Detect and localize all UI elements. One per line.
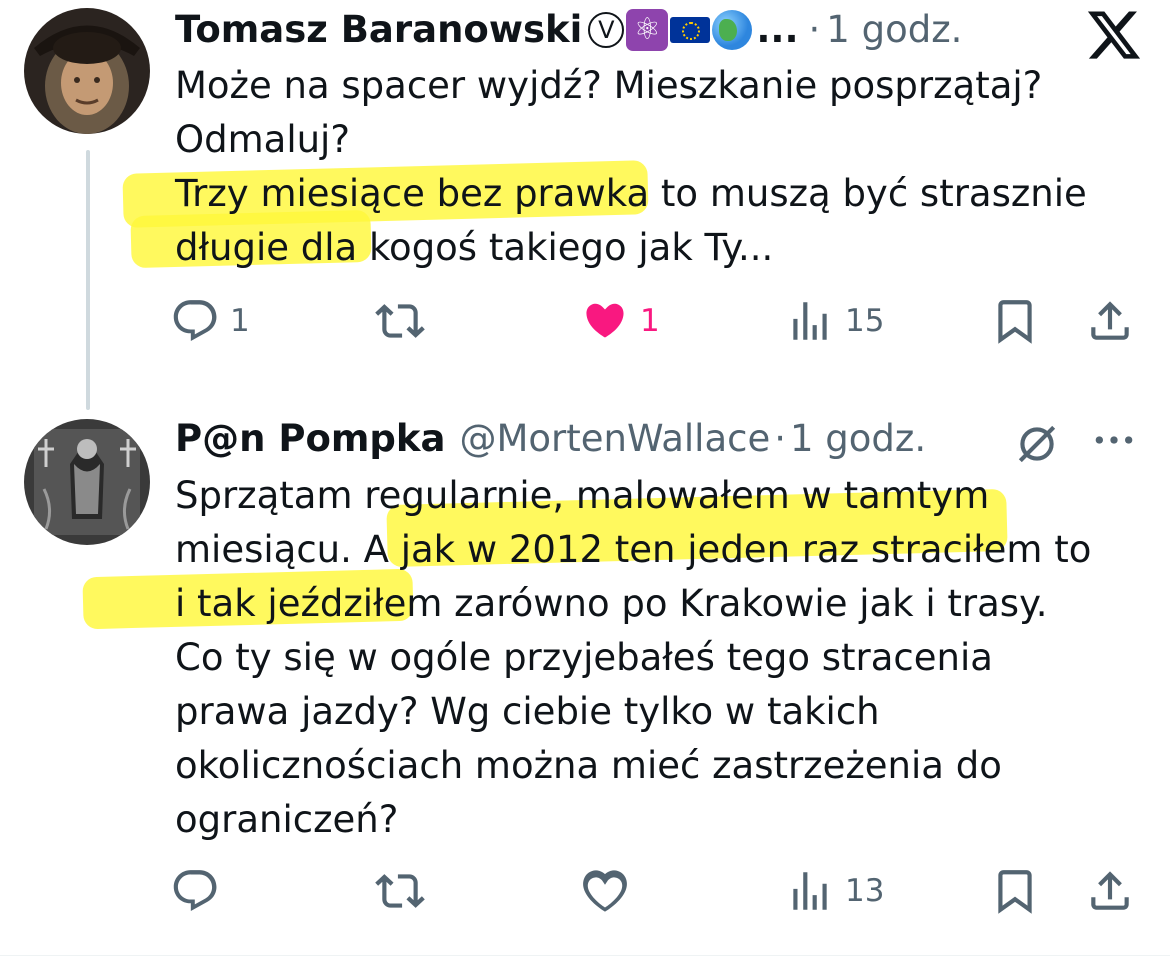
heart-icon — [583, 870, 627, 912]
tweet-header: Tomasz Baranowski V ⚛ ... · 1 godz. — [175, 8, 962, 52]
text-line: ograniczeń? — [175, 798, 399, 841]
repost-button[interactable] — [375, 291, 435, 351]
heart-icon — [586, 303, 624, 338]
text-line: okolicznościach można mieć zastrzeżenia … — [175, 744, 1002, 787]
tweet-header: P@n Pompka @MortenWallace · 1 godz. — [175, 417, 926, 461]
text-line: i tak jeździłem zarówno po Krakowie jak … — [82, 568, 1135, 631]
text-line: miesiącu. A jak w 2012 ten jeden raz str… — [175, 528, 1092, 571]
atom-icon: ⚛ — [626, 9, 669, 51]
repost-button[interactable] — [375, 861, 435, 921]
name-truncation: ... — [756, 8, 799, 51]
text-line: prawa jazdy? Wg ciebie tylko w takich — [175, 690, 880, 733]
timestamp[interactable]: 1 godz. — [790, 417, 926, 461]
text-line: Trzy miesiące bez prawka to muszą być st… — [122, 160, 1135, 228]
like-button[interactable] — [580, 861, 640, 921]
more-icon[interactable] — [1092, 425, 1136, 455]
views-count: 13 — [845, 873, 885, 909]
views-button[interactable]: 13 — [785, 861, 884, 921]
tweet-text: Może na spacer wyjdź? Mieszkanie posprzą… — [122, 59, 1135, 275]
text-line: Sprzątam regularnie, malowałem w tamtym — [175, 469, 1135, 568]
thread-connector-line — [86, 150, 90, 410]
reply-icon — [173, 870, 217, 911]
action-bar: 13 — [170, 861, 1145, 921]
share-button[interactable] — [1085, 861, 1135, 921]
tweet-1[interactable]: Tomasz Baranowski V ⚛ ... · 1 godz. Może… — [0, 0, 1170, 410]
tweet-text: Sprzątam regularnie, malowałem w tamtym … — [82, 469, 1135, 847]
author-name[interactable]: Tomasz Baranowski — [175, 8, 582, 52]
bookmark-icon — [998, 870, 1032, 914]
text-line: Odmaluj? — [175, 118, 350, 161]
eu-flag-icon — [670, 17, 711, 43]
repost-icon — [375, 874, 425, 908]
reply-count: 1 — [230, 303, 250, 339]
avatar[interactable] — [24, 419, 150, 545]
views-button[interactable]: 15 — [785, 291, 884, 351]
separator-dot: · — [808, 8, 821, 51]
share-icon — [1091, 871, 1129, 910]
text-line: Co ty się w ogóle przyjebałeś tego strac… — [175, 636, 993, 679]
views-count: 15 — [845, 303, 885, 339]
share-icon — [1091, 301, 1129, 340]
author-handle[interactable]: @MortenWallace — [460, 417, 771, 461]
reply-icon — [173, 300, 217, 341]
repost-icon — [375, 304, 425, 338]
bookmark-button[interactable] — [990, 291, 1040, 351]
grok-icon[interactable] — [1012, 419, 1062, 469]
v-circle-icon: V — [588, 12, 625, 48]
reply-button[interactable] — [170, 861, 230, 921]
text-line: długie dla kogoś takiego jak Ty... — [130, 209, 1135, 275]
share-button[interactable] — [1085, 291, 1135, 351]
views-icon — [793, 872, 827, 910]
text-line: Może na spacer wyjdź? Mieszkanie posprzą… — [175, 64, 1043, 107]
x-logo-icon[interactable] — [1085, 6, 1143, 64]
like-button[interactable]: 1 — [580, 291, 660, 351]
author-name[interactable]: P@n Pompka — [175, 417, 446, 461]
bookmark-icon — [998, 300, 1032, 344]
views-icon — [793, 302, 827, 340]
bottom-divider — [0, 955, 1170, 956]
globe-icon — [712, 10, 753, 50]
like-count: 1 — [640, 303, 660, 339]
tweet-2[interactable]: P@n Pompka @MortenWallace · 1 godz. Sprz… — [0, 395, 1170, 958]
bookmark-button[interactable] — [990, 861, 1040, 921]
reply-button[interactable]: 1 — [170, 291, 250, 351]
avatar[interactable] — [24, 8, 150, 134]
name-badges: V ⚛ — [588, 9, 753, 51]
timestamp[interactable]: 1 godz. — [826, 8, 962, 52]
separator-dot: · — [774, 417, 786, 460]
action-bar: 1 1 15 — [170, 291, 1145, 351]
